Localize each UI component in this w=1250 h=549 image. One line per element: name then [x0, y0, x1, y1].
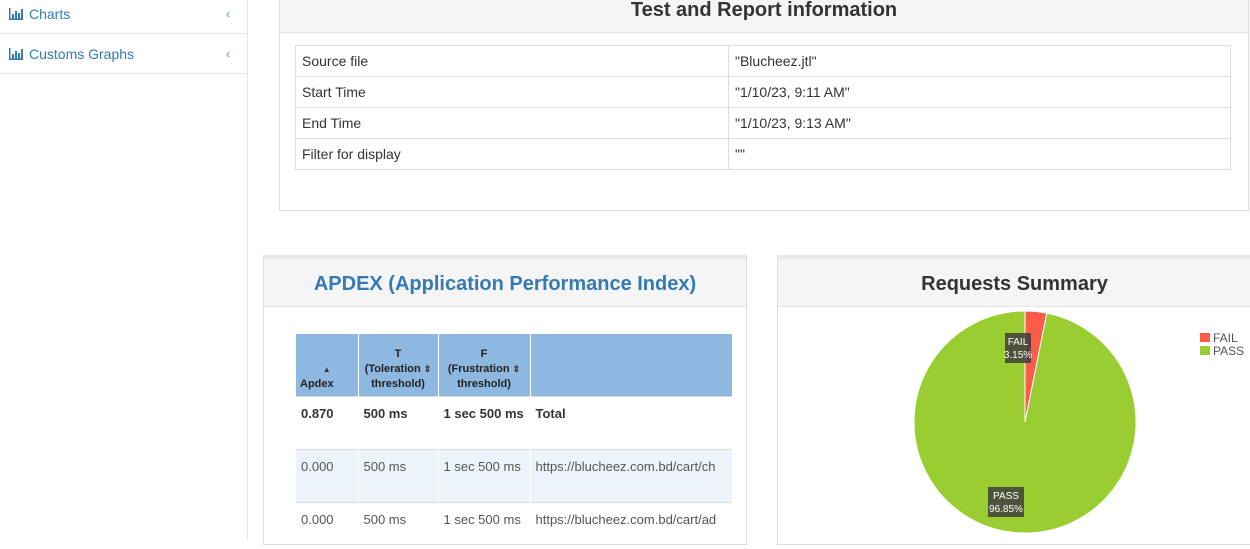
- info-key: Start Time: [295, 76, 729, 108]
- column-header-toleration[interactable]: T (Toleration ⇕ threshold): [358, 334, 439, 396]
- chevron-left-icon[interactable]: ‹: [226, 47, 230, 61]
- requests-summary-panel: Requests Summary FAIL 3.15% PASS 96.85% FAI…: [777, 255, 1250, 545]
- info-key: Source file: [295, 45, 729, 77]
- label-value: https://blucheez.com.bd/cart/ch: [530, 448, 732, 502]
- pie-label-value: 96.85%: [989, 504, 1023, 515]
- info-value: "1/10/23, 9:11 AM": [728, 76, 1231, 108]
- legend-item-pass[interactable]: PASS: [1200, 344, 1244, 358]
- table-row: End Time "1/10/23, 9:13 AM": [295, 107, 1231, 139]
- pie-label-value: 3.15%: [1004, 350, 1032, 361]
- table-row: Source file "Blucheez.jtl": [295, 45, 1231, 77]
- apdex-panel: APDEX (Application Performance Index) ▲ …: [263, 255, 747, 545]
- apdex-value: 0.000: [296, 501, 359, 544]
- apdex-title: APDEX (Application Performance Index): [264, 259, 746, 307]
- apdex-value: 0.870: [296, 395, 359, 449]
- table-header-row: ▲ Apdex T (Toleration ⇕ threshold) F (Fr…: [296, 334, 732, 396]
- legend-swatch: [1200, 333, 1210, 342]
- bar-chart-icon: [9, 47, 23, 60]
- sidebar-item-label: Customs Graphs: [29, 45, 135, 62]
- requests-pie-chart[interactable]: FAIL 3.15% PASS 96.85%: [778, 259, 1250, 549]
- table-row: Filter for display "": [295, 138, 1231, 170]
- report-info-title: Test and Report information: [280, 0, 1248, 33]
- sidebar: Charts ‹ Customs Graphs ‹: [0, 0, 248, 540]
- frustration-value: 1 sec 500 ms: [438, 448, 531, 502]
- label-value: https://blucheez.com.bd/cart/ad: [530, 501, 732, 544]
- legend-swatch: [1200, 346, 1210, 355]
- table-row: 0.000 500 ms 1 sec 500 ms https://bluche…: [296, 448, 732, 502]
- label-value: Total: [530, 395, 732, 449]
- info-value: "1/10/23, 9:13 AM": [728, 107, 1231, 139]
- main-content: Test and Report information Source file …: [249, 0, 1250, 545]
- pie-label-name: PASS: [993, 491, 1019, 502]
- info-value: "": [728, 138, 1231, 170]
- legend-item-fail[interactable]: FAIL: [1200, 331, 1244, 345]
- report-info-table: Source file "Blucheez.jtl" Start Time "1…: [295, 45, 1231, 170]
- sort-icon: ⇕: [423, 363, 432, 374]
- sidebar-item-label: Charts: [29, 5, 71, 22]
- chart-legend: FAIL PASS: [1200, 331, 1244, 358]
- apdex-table-scroll[interactable]: ▲ Apdex T (Toleration ⇕ threshold) F (Fr…: [296, 334, 732, 544]
- info-key: Filter for display: [295, 138, 729, 170]
- report-info-panel: Test and Report information Source file …: [279, 0, 1249, 211]
- info-value: "Blucheez.jtl": [728, 45, 1231, 77]
- table-row: Start Time "1/10/23, 9:11 AM": [295, 76, 1231, 108]
- apdex-table: ▲ Apdex T (Toleration ⇕ threshold) F (Fr…: [296, 334, 732, 544]
- frustration-value: 1 sec 500 ms: [438, 395, 531, 449]
- bar-chart-icon: [9, 7, 23, 20]
- column-header-frustration[interactable]: F (Frustration ⇕ threshold): [438, 334, 531, 396]
- sort-icon: ⇕: [512, 363, 521, 374]
- info-key: End Time: [295, 107, 729, 139]
- frustration-value: 1 sec 500 ms: [438, 501, 531, 544]
- chevron-left-icon[interactable]: ‹: [226, 7, 230, 21]
- column-header-label[interactable]: [530, 334, 732, 396]
- sort-asc-icon: ▲: [322, 364, 331, 374]
- column-header-apdex[interactable]: ▲ Apdex: [296, 334, 359, 396]
- pie-label-name: FAIL: [1008, 337, 1029, 348]
- toleration-value: 500 ms: [358, 501, 439, 544]
- toleration-value: 500 ms: [358, 448, 439, 502]
- table-row: 0.870 500 ms 1 sec 500 ms Total: [296, 395, 732, 449]
- pie-label-pass: PASS 96.85%: [988, 487, 1024, 517]
- apdex-value: 0.000: [296, 448, 359, 502]
- table-row: 0.000 500 ms 1 sec 500 ms https://bluche…: [296, 501, 732, 544]
- sidebar-item-charts[interactable]: Charts ‹: [0, 0, 247, 34]
- toleration-value: 500 ms: [358, 395, 439, 449]
- sidebar-item-customs-graphs[interactable]: Customs Graphs ‹: [0, 34, 247, 74]
- pie-label-fail: FAIL 3.15%: [1004, 333, 1032, 363]
